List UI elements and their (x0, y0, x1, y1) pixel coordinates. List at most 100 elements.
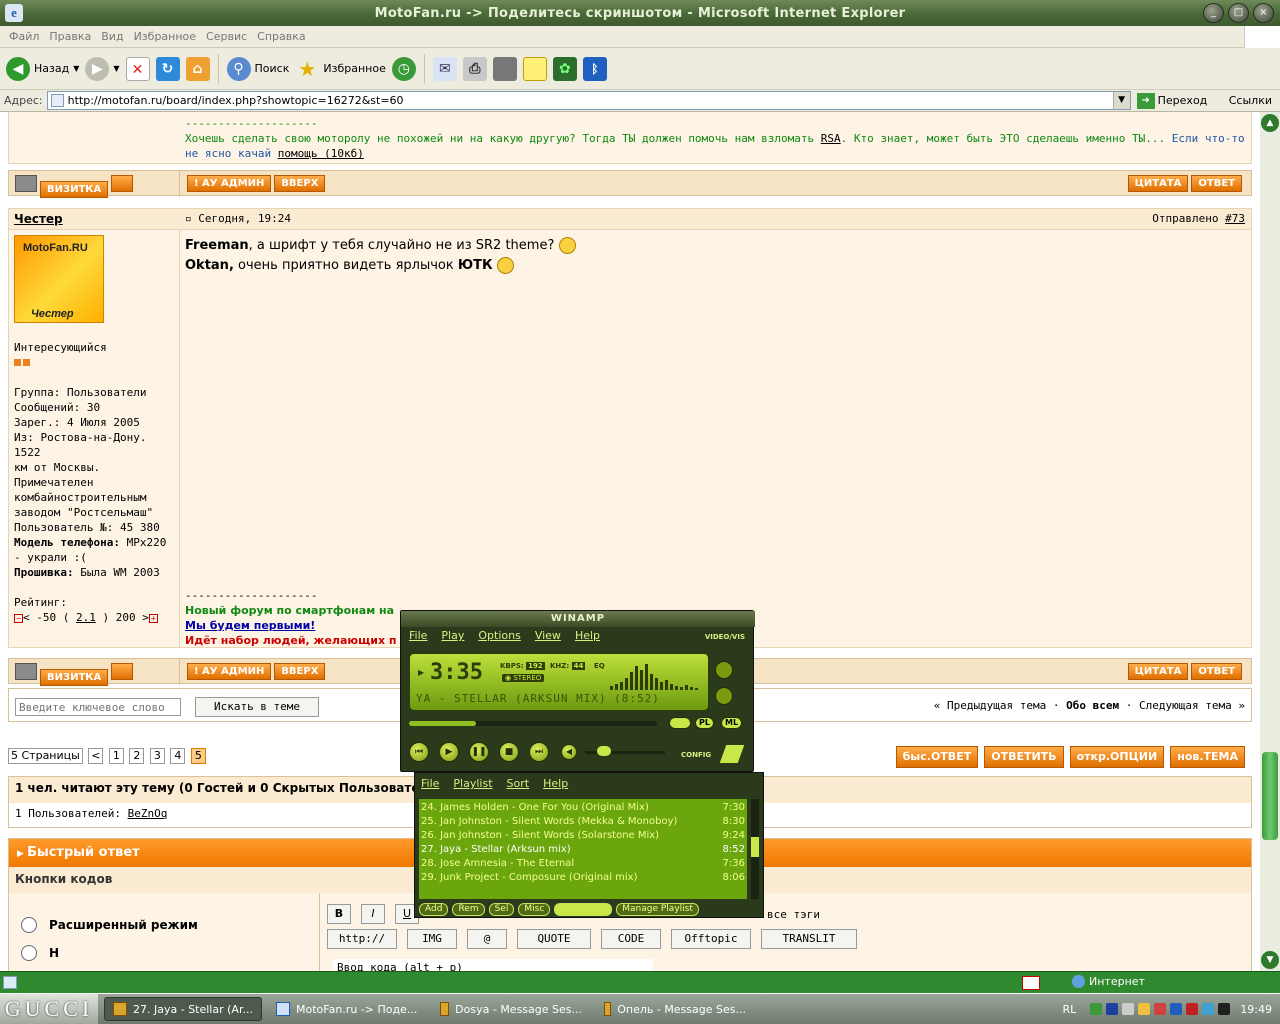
previous-track-icon[interactable]: ⏮ (409, 742, 429, 762)
sig-line-2[interactable]: Мы будем первыми! (185, 618, 397, 633)
playlist-item-current[interactable]: 27. Jaya - Stellar (Arksun mix) 8:52 (421, 843, 745, 857)
icq-icon[interactable]: ✿ (552, 56, 577, 81)
winamp-menu-help[interactable]: Help (575, 629, 600, 642)
playlist-menu-playlist[interactable]: Playlist (453, 777, 492, 790)
playlist-scroll-thumb[interactable] (751, 837, 759, 857)
maximize-button[interactable]: □ (1228, 3, 1249, 23)
scroll-thumb[interactable] (1262, 752, 1278, 840)
menu-tools[interactable]: Сервис (201, 30, 252, 43)
note-icon[interactable] (522, 56, 547, 81)
mail-icon[interactable]: ✉ (432, 56, 457, 81)
tray-network-icon[interactable] (1106, 1003, 1119, 1015)
rsa-link[interactable]: RSA (821, 132, 841, 145)
playlist-menu-help[interactable]: Help (543, 777, 568, 790)
rating-link[interactable]: 2.1 (76, 611, 96, 624)
history-icon[interactable]: ◷ (391, 56, 416, 81)
pages-label[interactable]: 5 Страницы (8, 748, 83, 764)
playlist-remove-button[interactable]: Rem (452, 903, 485, 916)
task-ie[interactable]: MotoFan.ru -> Поде... (268, 997, 426, 1021)
winamp-menu-options[interactable]: Options (478, 629, 520, 642)
tray-usb-icon[interactable] (1122, 1003, 1135, 1015)
video-vis-label[interactable]: VIDEO/VIS (705, 633, 745, 641)
menu-view[interactable]: Вид (96, 30, 128, 43)
favorites-button[interactable]: ★ Избранное (295, 57, 385, 81)
play-icon[interactable]: ▶ (439, 742, 459, 762)
tag-email-button[interactable]: @ (467, 929, 507, 949)
options-button[interactable]: откр.ОПЦИИ (1069, 746, 1165, 768)
config-label[interactable]: CONFIG (681, 751, 711, 759)
forward-button[interactable]: ▶ ▼ (85, 56, 120, 81)
page-3[interactable]: 3 (149, 748, 165, 764)
forum-link[interactable]: Обо всем (1066, 699, 1119, 712)
seek-bar[interactable] (409, 721, 657, 726)
media-library-button[interactable]: ML (721, 717, 743, 729)
playlist-item[interactable]: 28. Jose Amnesia - The Eternal 7:36 (421, 857, 745, 871)
winamp-playlist-window[interactable]: File Playlist Sort Help 24. James Holden… (414, 772, 764, 918)
menu-help[interactable]: Справка (252, 30, 310, 43)
tag-quote-button[interactable]: QUOTE (517, 929, 591, 949)
tray-k-icon[interactable] (1186, 1003, 1199, 1015)
tray-clock-icon[interactable] (1218, 1003, 1231, 1015)
playlist-menu-sort[interactable]: Sort (507, 777, 530, 790)
tray-app-icon[interactable] (1138, 1003, 1151, 1015)
go-button[interactable]: ➜ Переход (1136, 92, 1207, 109)
topic-search-button[interactable]: Искать в теме (195, 697, 319, 717)
menu-edit[interactable]: Правка (44, 30, 96, 43)
tray-icq-icon[interactable] (1090, 1003, 1103, 1015)
playlist-select-button[interactable]: Sel (488, 903, 515, 916)
menu-favorites[interactable]: Избранное (129, 30, 201, 43)
winamp-menu-view[interactable]: View (535, 629, 561, 642)
language-indicator[interactable]: RL (1063, 1003, 1077, 1016)
topic-search-input[interactable] (15, 698, 181, 716)
playlist-scrollbar[interactable] (751, 799, 759, 899)
winamp-time[interactable]: 3:35 (430, 660, 483, 685)
reply-button[interactable]: ОТВЕТ (1191, 175, 1242, 192)
shuffle-icon[interactable] (715, 687, 733, 705)
start-button[interactable]: GUCCI (0, 994, 98, 1024)
playlist-add-button[interactable]: Add (419, 903, 449, 916)
refresh-icon[interactable]: ↻ (155, 56, 180, 81)
playlist-item[interactable]: 26. Jan Johnston - Silent Words (Solarst… (421, 829, 745, 843)
pm-icon[interactable] (15, 175, 37, 192)
post-number-link[interactable]: #73 (1225, 212, 1245, 225)
chevron-down-icon[interactable]: ▼ (1112, 92, 1130, 109)
back-button[interactable]: ◀ Назад ▼ (6, 56, 79, 81)
pause-icon[interactable]: ❚❚ (469, 742, 489, 762)
task-winamp[interactable]: 27. Jaya - Stellar (Ar... (104, 997, 262, 1021)
manage-playlist-button[interactable]: Manage Playlist (616, 903, 699, 916)
tag-url-button[interactable]: http:// (327, 929, 397, 949)
lightning-icon[interactable] (719, 745, 745, 763)
winamp-main-window[interactable]: WINAMP File Play Options View Help VIDEO… (400, 610, 755, 772)
quote-button[interactable]: ЦИТАТА (1127, 175, 1189, 192)
reader-user-link[interactable]: BeZnOq (128, 807, 168, 820)
pm-icon[interactable] (15, 663, 37, 680)
code-input-hint[interactable]: Ввод кода (alt + p) (333, 959, 653, 971)
playlist-toggle-button[interactable]: PL (695, 717, 714, 729)
tag-translit-button[interactable]: TRANSLIT (761, 929, 857, 949)
page-2[interactable]: 2 (129, 748, 145, 764)
menu-file[interactable]: Файл (4, 30, 44, 43)
help-download-link[interactable]: помощь (10кб) (278, 147, 364, 160)
report-admin-button[interactable]: ! АУ АДМИН (187, 175, 272, 192)
address-input[interactable]: http://motofan.ru/board/index.php?showto… (46, 91, 1131, 110)
italic-button[interactable]: I (361, 904, 385, 924)
task-opel[interactable]: Опель - Message Ses... (596, 997, 754, 1021)
post-author[interactable]: Честер (14, 212, 63, 226)
mode-advanced[interactable]: Расширенный режим (21, 917, 198, 933)
volume-icon[interactable]: ◀ (561, 744, 577, 760)
playlist-misc-button[interactable]: Misc (518, 903, 551, 916)
card-button[interactable]: ВИЗИТКА (40, 669, 109, 686)
stop-icon[interactable]: ■ (499, 742, 519, 762)
scroll-up-button[interactable]: ВВЕРХ (274, 663, 326, 680)
rating-plus-icon[interactable]: + (148, 614, 158, 623)
volume-knob[interactable] (597, 746, 611, 756)
new-topic-button[interactable]: нов.ТЕМА (1170, 746, 1245, 768)
card-button[interactable]: ВИЗИТКА (40, 181, 109, 198)
repeat-icon[interactable] (715, 661, 733, 679)
chevron-down-icon[interactable]: ▼ (113, 64, 119, 73)
page-1[interactable]: 1 (108, 748, 124, 764)
winamp-menu-file[interactable]: File (409, 629, 427, 642)
fast-reply-button[interactable]: быс.ОТВЕТ (895, 746, 979, 768)
tag-img-button[interactable]: IMG (407, 929, 457, 949)
eject-icon[interactable] (669, 717, 691, 729)
